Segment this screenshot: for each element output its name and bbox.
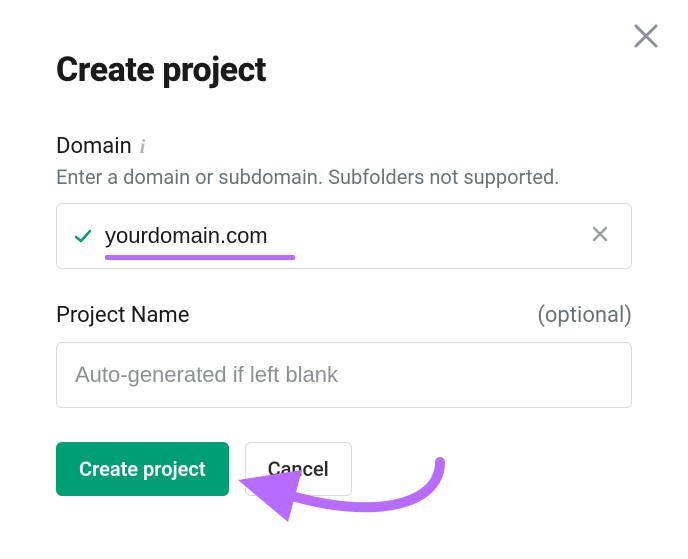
- create-project-modal: Create project Domain i Enter a domain o…: [0, 0, 688, 536]
- domain-section: Domain i Enter a domain or subdomain. Su…: [56, 134, 632, 269]
- cancel-button[interactable]: Cancel: [245, 442, 352, 496]
- close-icon[interactable]: [632, 22, 660, 50]
- checkmark-icon: [73, 226, 93, 246]
- clear-icon[interactable]: [585, 219, 615, 253]
- domain-label: Domain: [56, 134, 132, 159]
- optional-text: (optional): [537, 303, 632, 328]
- info-icon[interactable]: i: [140, 137, 146, 157]
- domain-input-wrap: [56, 203, 632, 269]
- project-name-section: Project Name (optional): [56, 303, 632, 408]
- create-project-button[interactable]: Create project: [56, 442, 229, 496]
- annotation-underline: [105, 255, 295, 260]
- modal-title: Create project: [56, 50, 632, 90]
- project-name-input-wrap: [56, 342, 632, 408]
- domain-input[interactable]: [103, 222, 585, 250]
- project-name-input[interactable]: [73, 361, 615, 389]
- domain-hint: Enter a domain or subdomain. Subfolders …: [56, 165, 632, 189]
- button-row: Create project Cancel: [56, 442, 632, 496]
- project-name-label: Project Name: [56, 303, 189, 328]
